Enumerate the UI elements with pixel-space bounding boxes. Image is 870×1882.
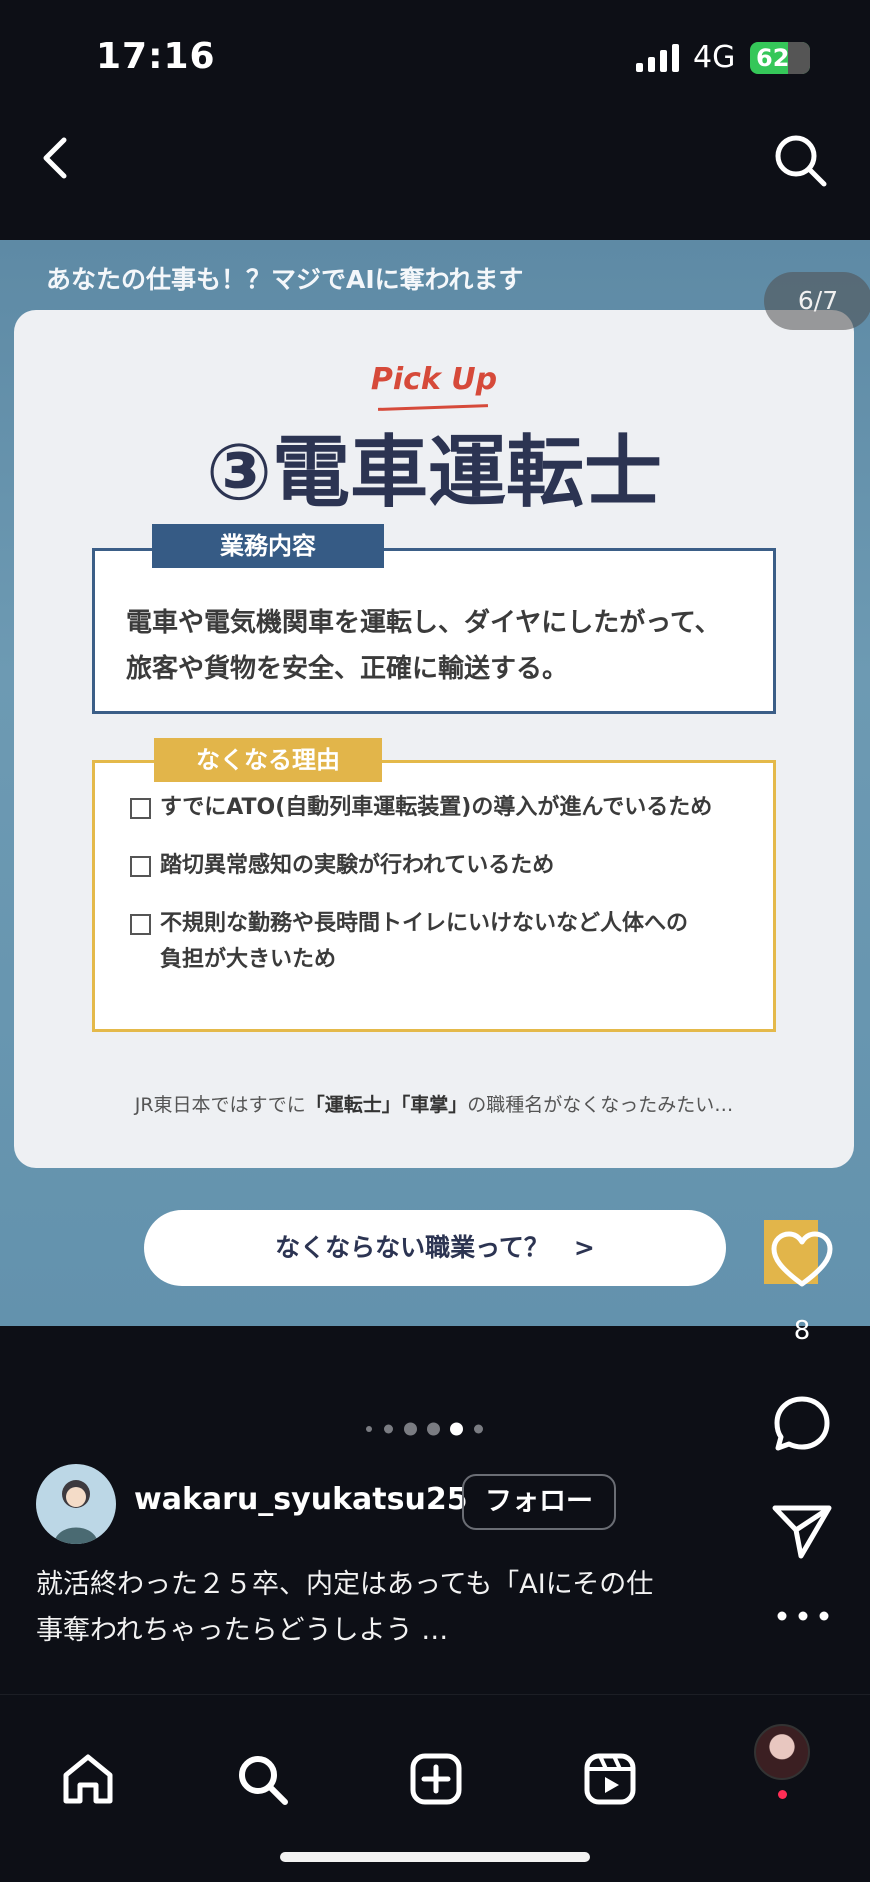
profile-avatar[interactable] <box>754 1724 810 1780</box>
footnote: JR東日本ではすでに「運転士」「車掌」の職種名がなくなったみたい… <box>14 1090 854 1117</box>
username[interactable]: wakaru_syukatsu25 <box>134 1482 468 1517</box>
footnote-term: 「車掌」 <box>400 1094 468 1116</box>
reels-icon[interactable] <box>582 1751 638 1807</box>
heart-icon[interactable] <box>770 1230 834 1290</box>
footnote-suffix: の職種名がなくなったみたい… <box>467 1094 734 1116</box>
duties-text: 電車や電気機関車を運転し、ダイヤにしたがって、 旅客や貨物を安全、正確に輸送する… <box>126 600 766 692</box>
home-indicator[interactable] <box>280 1852 590 1862</box>
reason-item: 不規則な勤務や長時間トイレにいけないなど人体への 負担が大きいため <box>130 906 750 978</box>
caption[interactable]: 就活終わった２５卒、内定はあっても「AIにその仕 事奪われちゃったらどうしよう … <box>36 1562 716 1654</box>
carousel-dot <box>404 1422 417 1436</box>
reason-text: 踏切異常感知の実験が行われているため <box>160 853 555 878</box>
checkbox-icon <box>130 798 151 819</box>
info-card: Pick Up ③電車運転士 業務内容 電車や電気機関車を運転し、ダイヤにしたが… <box>14 310 854 1168</box>
carousel-dots <box>362 1422 488 1436</box>
carousel-dot-active <box>450 1422 463 1436</box>
cta-button[interactable]: なくならない職業って？ > <box>144 1210 726 1286</box>
more-icon[interactable] <box>774 1606 832 1626</box>
pickup-label: Pick Up <box>370 362 498 397</box>
reason-text: すでにATO(自動列車運転装置)の導入が進んでいるため <box>160 795 713 820</box>
footnote-term: 「運転士」 <box>305 1094 401 1116</box>
reason-item: 踏切異常感知の実験が行われているため <box>130 848 750 884</box>
checkbox-icon <box>130 914 151 935</box>
reason-item: すでにATO(自動列車運転装置)の導入が進んでいるため <box>130 790 750 826</box>
checkbox-icon <box>130 856 151 877</box>
caption-line: 就活終わった２５卒、内定はあっても「AIにその仕 <box>36 1569 654 1600</box>
duties-tab: 業務内容 <box>152 524 384 568</box>
send-icon[interactable] <box>770 1500 834 1562</box>
status-time: 17:16 <box>96 36 216 77</box>
signal-icon <box>636 44 679 72</box>
comment-icon[interactable] <box>772 1394 832 1454</box>
reason-text: 不規則な勤務や長時間トイレにいけないなど人体への <box>160 911 689 936</box>
search-icon[interactable] <box>770 130 830 190</box>
avatar-illustration <box>54 1480 98 1544</box>
network-type: 4G <box>693 40 736 75</box>
follow-button[interactable]: フォロー <box>462 1474 616 1530</box>
reason-text: 負担が大きいため <box>160 947 337 972</box>
back-button[interactable] <box>32 128 82 188</box>
caption-line: 事奪われちゃったらどうしよう … <box>36 1615 449 1646</box>
duties-line: 旅客や貨物を安全、正確に輸送する。 <box>126 654 569 684</box>
carousel-dot <box>427 1422 440 1436</box>
like-count: 8 <box>793 1316 811 1346</box>
duties-line: 電車や電気機関車を運転し、ダイヤにしたがって、 <box>126 608 721 638</box>
battery-indicator: 62 <box>750 42 810 74</box>
job-title: ③電車運転士 <box>205 428 663 518</box>
post-header-strip: あなたの仕事も！？マジでAIに奪われます <box>46 265 524 294</box>
reasons-tab: なくなる理由 <box>154 738 382 782</box>
carousel-dot <box>384 1424 393 1434</box>
carousel-dot <box>474 1424 483 1434</box>
battery-level: 62 <box>756 44 790 72</box>
plus-square-icon[interactable] <box>408 1751 464 1807</box>
avatar[interactable] <box>36 1464 116 1544</box>
home-icon[interactable] <box>60 1751 116 1807</box>
post-image[interactable]: あなたの仕事も！？マジでAIに奪われます Pick Up ③電車運転士 業務内容… <box>0 240 870 1326</box>
carousel-dot <box>366 1426 372 1432</box>
footnote-prefix: JR東日本ではすでに <box>134 1094 306 1116</box>
search-icon[interactable] <box>234 1751 290 1807</box>
page-indicator: 6/7 <box>764 272 870 330</box>
notification-dot <box>778 1790 787 1799</box>
